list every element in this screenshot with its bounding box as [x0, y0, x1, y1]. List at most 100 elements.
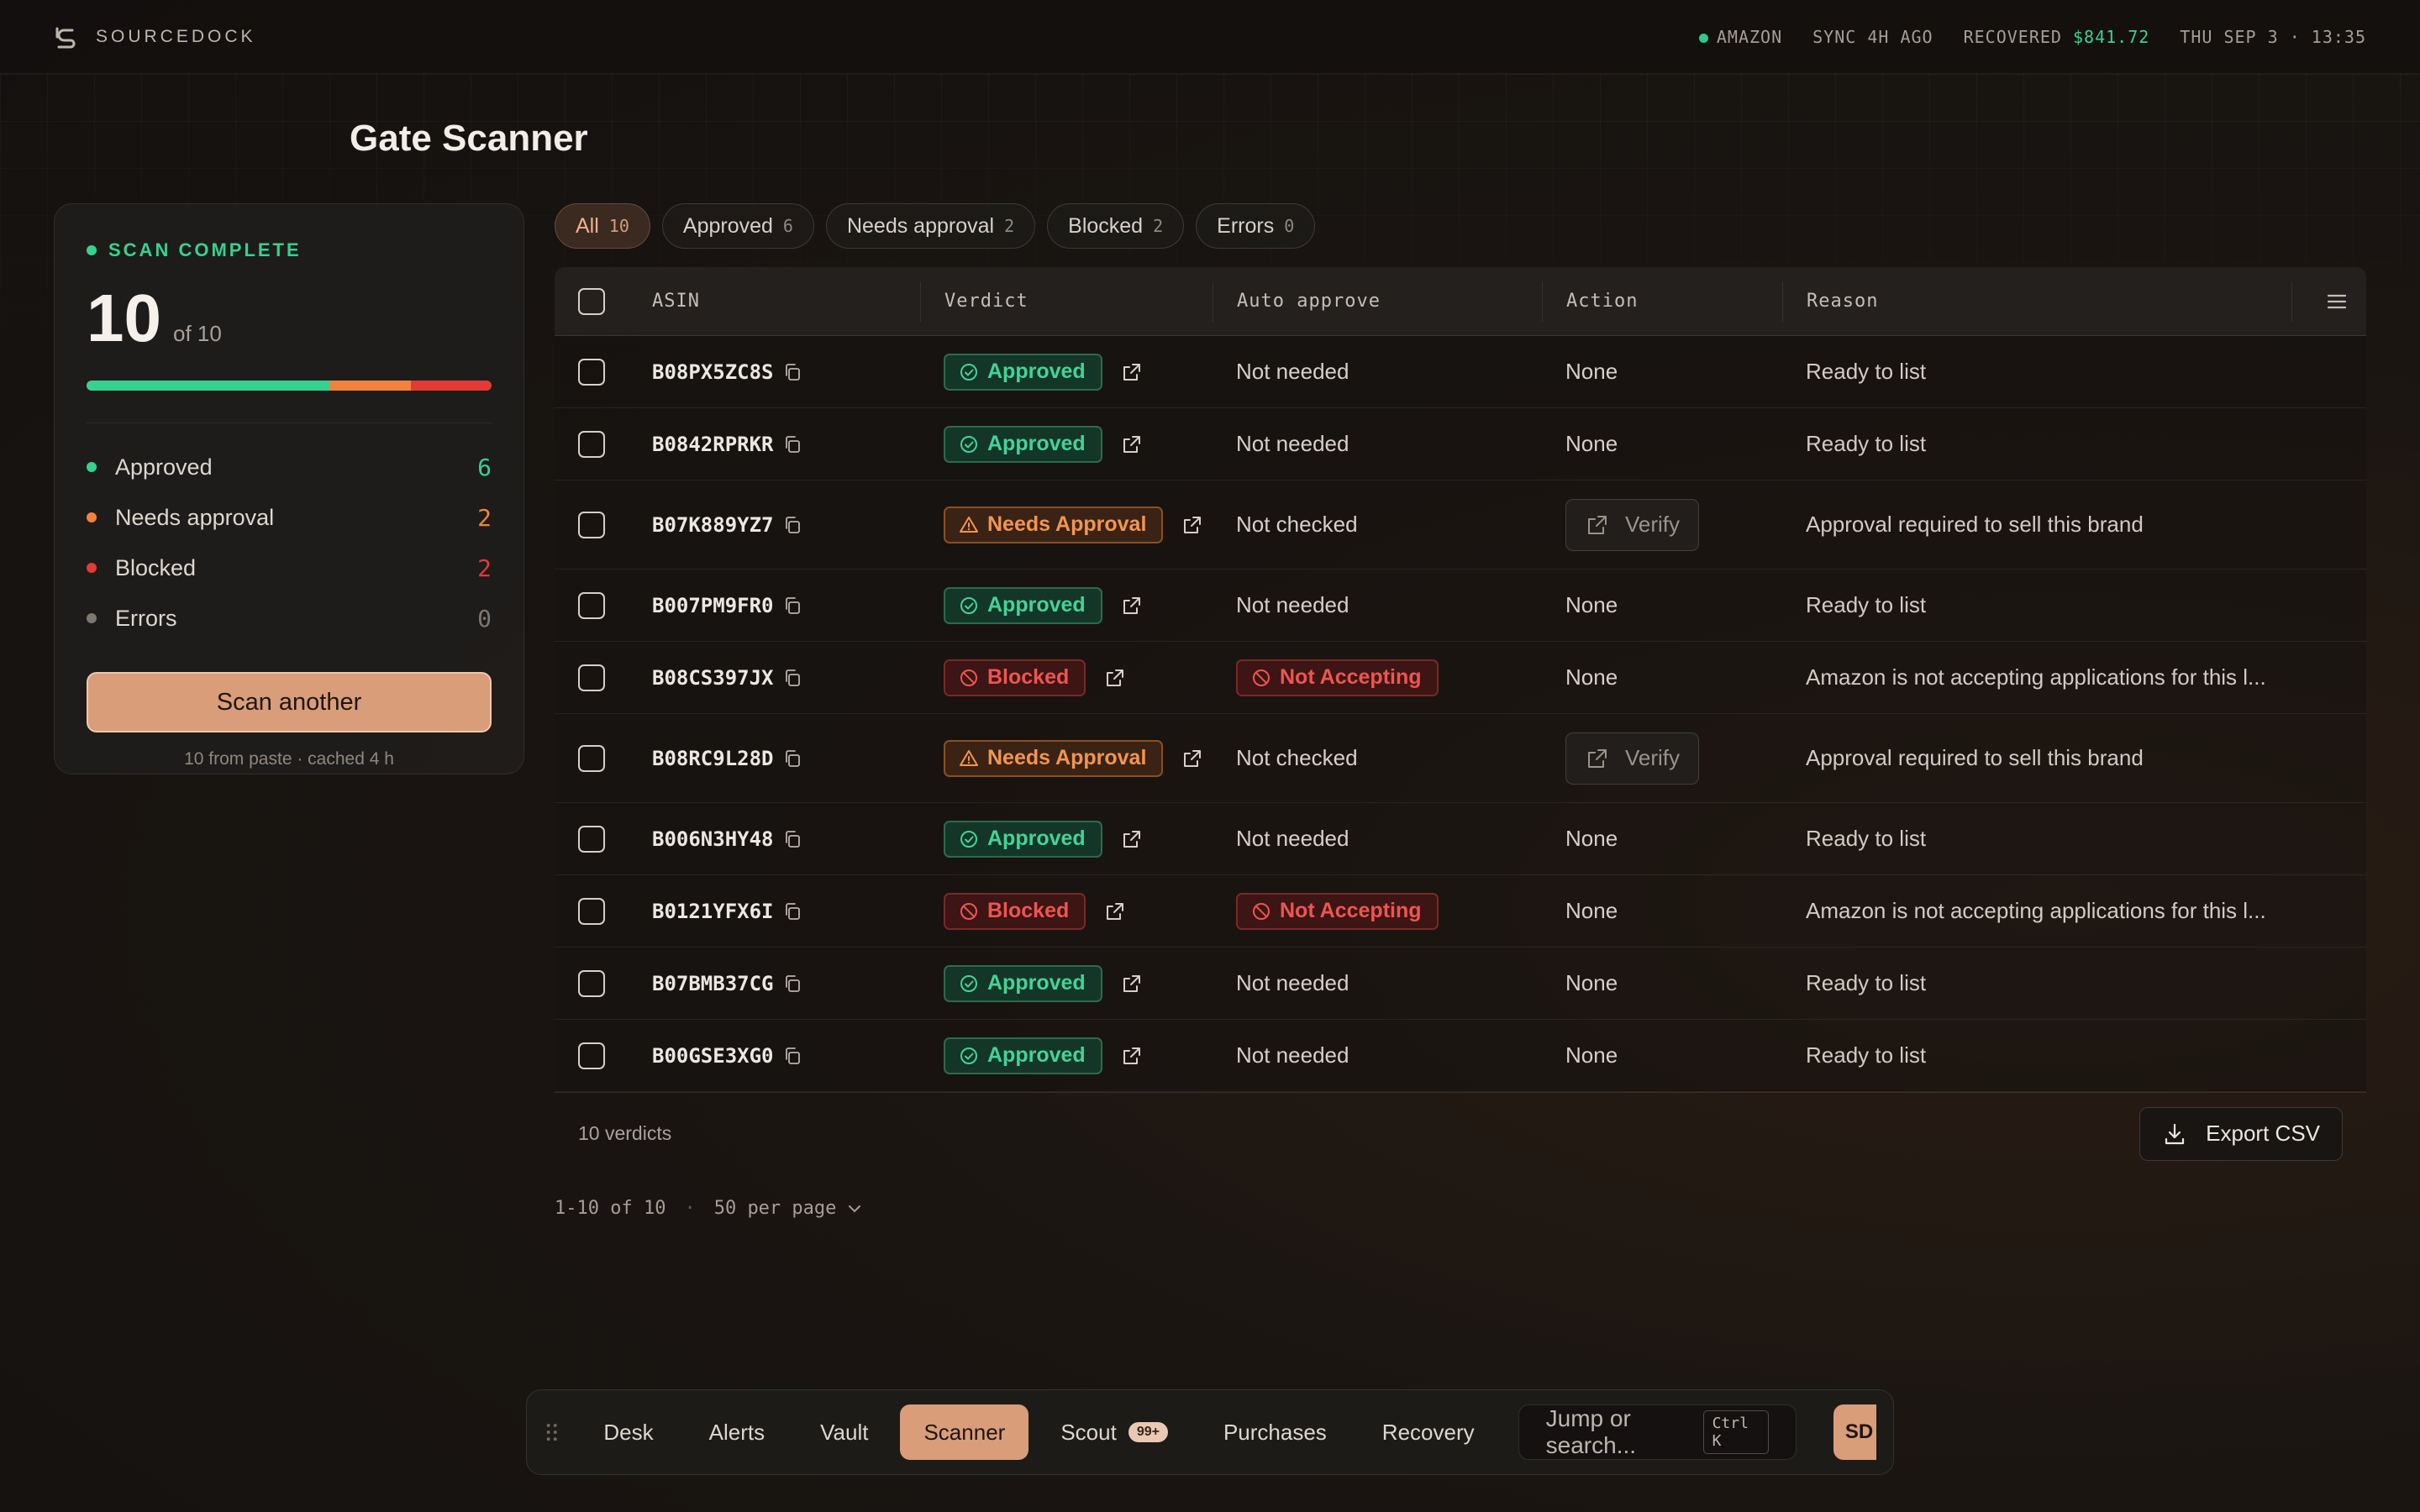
external-link-icon[interactable] — [1121, 828, 1143, 850]
filter-label: Blocked — [1068, 213, 1144, 238]
asin-cell: B006N3HY48 — [639, 827, 920, 851]
filter-chip-approved[interactable]: Approved 6 — [661, 203, 814, 249]
asin-text[interactable]: B07BMB37CG — [652, 972, 774, 995]
asin-text[interactable]: B07K889YZ7 — [652, 513, 774, 537]
select-all-checkbox[interactable] — [578, 287, 605, 315]
verdict-legend: Approved 6 Needs approval 2 Blocked 2 Errors 0 — [87, 442, 492, 643]
row-checkbox[interactable] — [578, 511, 605, 538]
table-row[interactable]: B00GSE3XG0 Approved Not needed None Read… — [555, 1020, 2366, 1092]
table-row[interactable]: B08PX5ZC8S Approved Not needed None Read… — [555, 336, 2366, 408]
external-link-icon[interactable] — [1121, 433, 1143, 455]
jump-search-input[interactable]: Jump or search... Ctrl K — [1518, 1404, 1797, 1460]
verify-button[interactable]: Verify — [1565, 498, 1700, 551]
verdict-cell: Approved — [920, 820, 1213, 858]
dock-item-scanner[interactable]: Scanner — [900, 1404, 1029, 1460]
external-link-icon[interactable] — [1121, 361, 1143, 383]
copy-icon[interactable] — [782, 515, 802, 535]
check-circle-icon — [960, 974, 977, 992]
asin-text[interactable]: B00GSE3XG0 — [652, 1044, 774, 1068]
export-csv-button[interactable]: Export CSV — [2139, 1106, 2343, 1161]
copy-icon[interactable] — [782, 974, 802, 994]
brand[interactable]: SOURCEDOCK — [54, 24, 256, 50]
avatar[interactable]: SD — [1833, 1404, 1876, 1460]
reason-text: Amazon is not accepting applications for… — [1806, 898, 2266, 923]
copy-icon[interactable] — [782, 362, 802, 382]
column-auto-approve[interactable]: Auto approve — [1213, 281, 1542, 322]
row-checkbox[interactable] — [578, 969, 605, 997]
dock-item-vault[interactable]: Vault — [797, 1404, 892, 1460]
column-menu-icon[interactable] — [2324, 289, 2349, 314]
pager-separator: · — [684, 1198, 696, 1219]
row-checkbox[interactable] — [578, 430, 605, 458]
row-checkbox-cell — [555, 664, 639, 691]
row-checkbox[interactable] — [578, 358, 605, 386]
row-checkbox[interactable] — [578, 744, 605, 772]
row-checkbox[interactable] — [578, 825, 605, 853]
external-link-icon[interactable] — [1181, 748, 1203, 769]
copy-icon[interactable] — [782, 434, 802, 454]
filter-chip-all[interactable]: All 10 — [555, 203, 650, 249]
dock-item-scout[interactable]: Scout 99+ — [1037, 1404, 1192, 1460]
column-reason[interactable]: Reason — [1782, 281, 2366, 322]
external-link-icon[interactable] — [1121, 1045, 1143, 1067]
row-checkbox[interactable] — [578, 664, 605, 691]
asin-text[interactable]: B08PX5ZC8S — [652, 360, 774, 384]
verdict-badge: Approved — [944, 820, 1102, 858]
column-action[interactable]: Action — [1542, 281, 1782, 322]
dock-item-recovery[interactable]: Recovery — [1359, 1404, 1498, 1460]
asin-text[interactable]: B006N3HY48 — [652, 827, 774, 851]
asin-text[interactable]: B0121YFX6I — [652, 900, 774, 923]
column-verdict[interactable]: Verdict — [920, 281, 1213, 322]
asin-text[interactable]: B08RC9L28D — [652, 747, 774, 770]
check-circle-icon — [960, 435, 977, 453]
per-page-select[interactable]: 50 per page — [714, 1198, 864, 1219]
table-row[interactable]: B08RC9L28D Needs Approval Not checked Ve… — [555, 714, 2366, 803]
asin-text[interactable]: B0842RPRKR — [652, 433, 774, 456]
auto-approve-cell: Not needed — [1213, 970, 1542, 996]
table-row[interactable]: B006N3HY48 Approved Not needed None Read… — [555, 803, 2366, 875]
table-header: ASIN Verdict Auto approve Action Reason — [555, 267, 2366, 336]
external-link-icon[interactable] — [1104, 900, 1126, 922]
table-row[interactable]: B0121YFX6I Blocked Not Accepting None Am… — [555, 875, 2366, 948]
copy-icon[interactable] — [782, 829, 802, 849]
row-checkbox[interactable] — [578, 1042, 605, 1069]
dock-item-purchases[interactable]: Purchases — [1200, 1404, 1350, 1460]
drag-handle-icon[interactable] — [544, 1418, 560, 1446]
verify-button[interactable]: Verify — [1565, 732, 1700, 785]
row-checkbox[interactable] — [578, 591, 605, 619]
dock-item-alerts[interactable]: Alerts — [686, 1404, 788, 1460]
table-row[interactable]: B0842RPRKR Approved Not needed None Read… — [555, 408, 2366, 480]
filter-count: 6 — [782, 216, 793, 236]
copy-icon[interactable] — [782, 668, 802, 688]
external-link-icon[interactable] — [1181, 514, 1203, 536]
table-row[interactable]: B07BMB37CG Approved Not needed None Read… — [555, 948, 2366, 1020]
asin-cell: B0121YFX6I — [639, 900, 920, 923]
verdict-table: ASIN Verdict Auto approve Action Reason … — [555, 267, 2366, 1174]
external-link-icon[interactable] — [1121, 973, 1143, 995]
asin-text[interactable]: B08CS397JX — [652, 666, 774, 690]
filter-count: 10 — [608, 216, 629, 236]
dock-item-label: Scanner — [923, 1419, 1006, 1445]
external-link-icon[interactable] — [1121, 595, 1143, 617]
filter-chip-needs-approval[interactable]: Needs approval 2 — [825, 203, 1036, 249]
row-checkbox[interactable] — [578, 897, 605, 925]
legend-dot-icon — [87, 462, 97, 472]
copy-icon[interactable] — [782, 1046, 802, 1066]
dock-item-desk[interactable]: Desk — [580, 1404, 676, 1460]
chevron-down-icon — [849, 1205, 861, 1212]
external-link-icon[interactable] — [1104, 667, 1126, 689]
scan-another-button[interactable]: Scan another — [87, 672, 492, 732]
verdict-badge: Needs Approval — [944, 506, 1164, 543]
copy-icon[interactable] — [782, 748, 802, 769]
reason-cell: Ready to list — [1782, 1042, 2366, 1068]
copy-icon[interactable] — [782, 596, 802, 616]
copy-icon[interactable] — [782, 901, 802, 921]
verdict-progress-bar — [87, 381, 492, 391]
filter-chip-errors[interactable]: Errors 0 — [1196, 203, 1316, 249]
table-row[interactable]: B007PM9FR0 Approved Not needed None Read… — [555, 570, 2366, 642]
column-asin[interactable]: ASIN — [639, 267, 920, 335]
table-row[interactable]: B07K889YZ7 Needs Approval Not checked Ve… — [555, 480, 2366, 570]
filter-chip-blocked[interactable]: Blocked 2 — [1047, 203, 1185, 249]
asin-text[interactable]: B007PM9FR0 — [652, 594, 774, 617]
table-row[interactable]: B08CS397JX Blocked Not Accepting None Am… — [555, 642, 2366, 714]
